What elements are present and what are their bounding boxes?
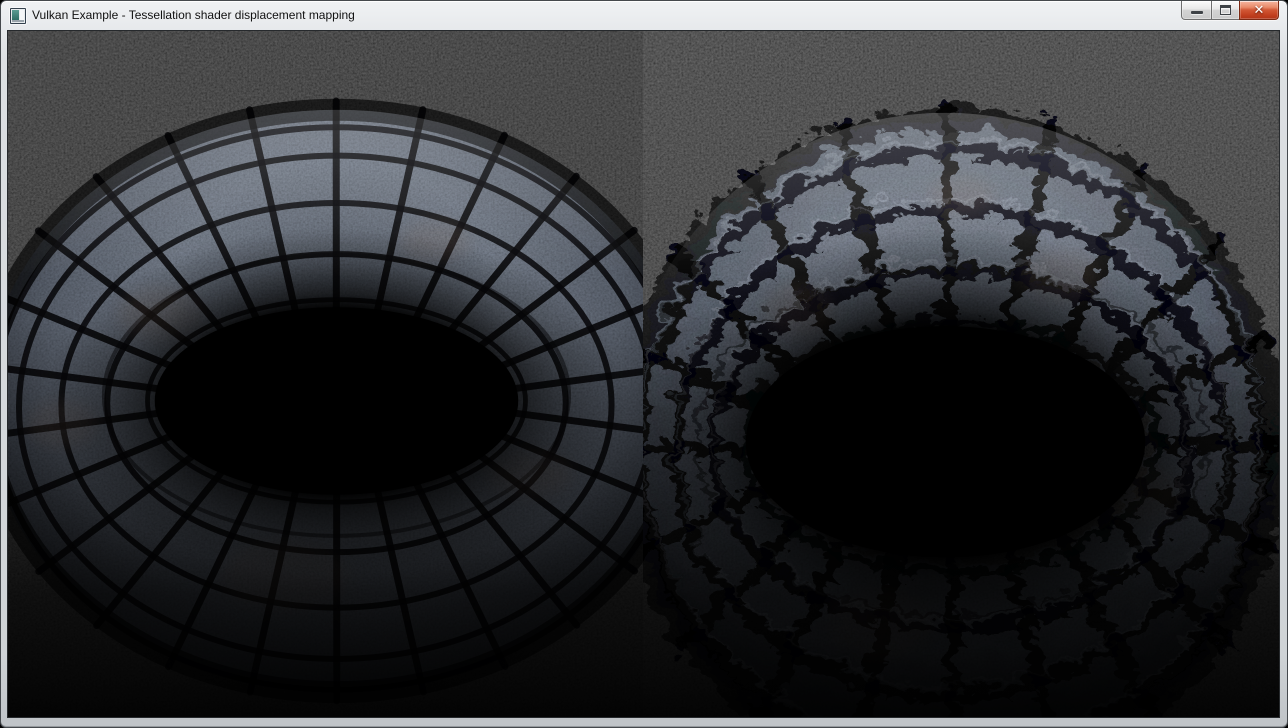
minimize-icon bbox=[1191, 11, 1203, 14]
torus-with-displacement bbox=[609, 31, 1279, 717]
app-icon bbox=[10, 8, 26, 24]
maximize-button[interactable] bbox=[1211, 1, 1240, 20]
minimize-button[interactable] bbox=[1181, 1, 1212, 20]
app-icon-light-pane bbox=[20, 10, 24, 20]
torus-no-displacement bbox=[8, 31, 696, 717]
app-icon-teal-pane bbox=[12, 10, 19, 20]
close-icon: ✕ bbox=[1254, 4, 1265, 17]
app-window: Vulkan Example - Tessellation shader dis… bbox=[0, 0, 1288, 728]
close-button[interactable]: ✕ bbox=[1239, 1, 1279, 20]
title-bar[interactable]: Vulkan Example - Tessellation shader dis… bbox=[1, 1, 1287, 30]
window-title: Vulkan Example - Tessellation shader dis… bbox=[32, 8, 355, 23]
maximize-icon bbox=[1220, 5, 1231, 15]
app-icon-base bbox=[12, 20, 24, 22]
window-controls: ✕ bbox=[1182, 1, 1279, 21]
render-viewport[interactable] bbox=[7, 30, 1280, 718]
torus-scene-svg bbox=[8, 31, 1279, 717]
